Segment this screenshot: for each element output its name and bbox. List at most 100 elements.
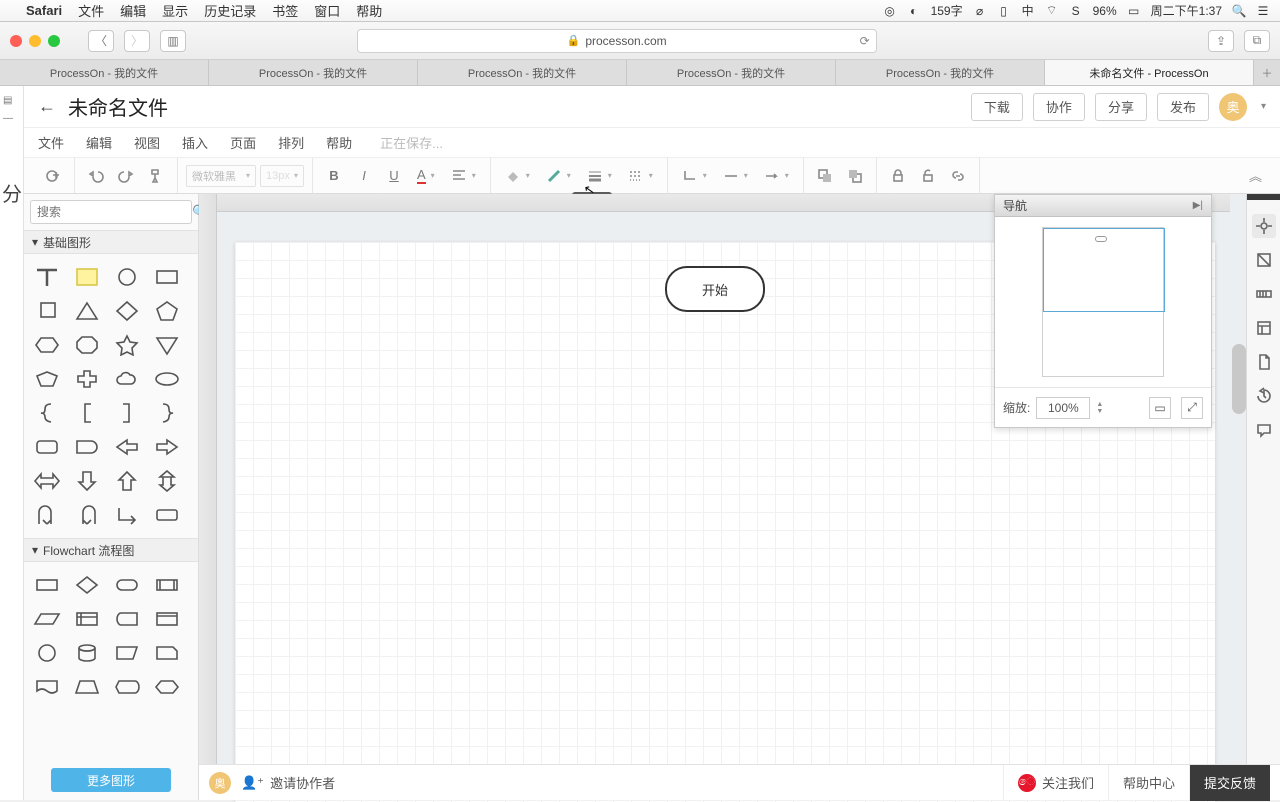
category-basic[interactable]: ▾基础图形 — [24, 230, 198, 254]
fc-predefined[interactable] — [147, 602, 187, 636]
shape-lturn[interactable] — [107, 498, 147, 532]
user-avatar[interactable]: 奥 — [1219, 93, 1247, 121]
fc-internal[interactable] — [67, 602, 107, 636]
lock-icon[interactable] — [885, 164, 911, 188]
fit-screen-icon[interactable]: ▭ — [1149, 397, 1171, 419]
menu-insert[interactable]: 插入 — [182, 133, 208, 152]
rail-navigator-icon[interactable] — [1252, 214, 1276, 238]
shape-rbracket[interactable] — [107, 396, 147, 430]
spotlight-icon[interactable]: 🔍 — [1232, 4, 1246, 18]
share-button[interactable]: 分享 — [1095, 93, 1147, 121]
invite-collaborator[interactable]: 👤⁺ 邀请协作者 — [241, 773, 335, 792]
shape-card[interactable] — [147, 498, 187, 532]
fill-color-icon[interactable]: ▾ — [499, 164, 536, 188]
shape-diamond[interactable] — [107, 294, 147, 328]
font-family-select[interactable]: 微软雅黑▾ — [186, 165, 256, 187]
mac-menu-history[interactable]: 历史记录 — [204, 1, 256, 20]
font-color-icon[interactable]: A▾ — [411, 164, 441, 188]
status-icon-3[interactable]: ⌀ — [973, 4, 987, 18]
shape-rect[interactable] — [147, 260, 187, 294]
share-button[interactable]: ⇪ — [1208, 30, 1234, 52]
shape-arrow-up[interactable] — [107, 464, 147, 498]
ime-icon[interactable]: 中 — [1021, 4, 1035, 18]
help-center[interactable]: 帮助中心 — [1108, 765, 1189, 801]
rail-comments-icon[interactable] — [1252, 418, 1276, 442]
mac-menu-view[interactable]: 显示 — [162, 1, 188, 20]
rail-measure-icon[interactable] — [1252, 282, 1276, 306]
mac-menu-edit[interactable]: 编辑 — [120, 1, 146, 20]
address-bar[interactable]: 🔒 processon.com ⟳ — [357, 29, 877, 53]
browser-tab[interactable]: ProcessOn - 我的文件 — [627, 60, 836, 85]
clock[interactable]: 周二下午1:37 — [1151, 2, 1222, 19]
shape-octagon[interactable] — [67, 328, 107, 362]
font-size-select[interactable]: 13px▾ — [260, 165, 304, 187]
mac-menu-bookmarks[interactable]: 书签 — [272, 1, 298, 20]
follow-us[interactable]: ෙ关注我们 — [1003, 765, 1108, 801]
shape-arrow-left[interactable] — [107, 430, 147, 464]
minimize-window-icon[interactable] — [29, 35, 41, 47]
connector-type-icon[interactable]: ▾ — [676, 164, 713, 188]
shape-cloud[interactable] — [107, 362, 147, 396]
user-menu-caret-icon[interactable]: ▾ — [1261, 101, 1266, 112]
underline-icon[interactable]: U — [381, 164, 407, 188]
sogou-icon[interactable]: S — [1069, 4, 1083, 18]
navigator-collapse-icon[interactable]: ▶| — [1193, 200, 1203, 211]
unlock-icon[interactable] — [915, 164, 941, 188]
canvas[interactable]: 开始 导航 ▶| 缩放: 100% ▲▼ — [199, 194, 1246, 800]
reload-icon[interactable]: ⟳ — [860, 34, 870, 48]
menu-arrange[interactable]: 排列 — [278, 133, 304, 152]
shape-text[interactable] — [27, 260, 67, 294]
fc-process[interactable] — [27, 568, 67, 602]
send-back-icon[interactable] — [842, 164, 868, 188]
shape-arrow-right[interactable] — [147, 430, 187, 464]
shape-invtriangle[interactable] — [147, 328, 187, 362]
format-painter-icon[interactable] — [143, 164, 169, 188]
stroke-color-icon[interactable]: ▾ — [540, 164, 577, 188]
zoom-stepper[interactable]: ▲▼ — [1096, 401, 1108, 415]
navigator-minimap[interactable] — [995, 217, 1211, 387]
zoom-value[interactable]: 100% — [1036, 397, 1090, 419]
menu-help[interactable]: 帮助 — [326, 133, 352, 152]
shape-star[interactable] — [107, 328, 147, 362]
shape-chevron[interactable] — [27, 362, 67, 396]
fit-page-icon[interactable]: ⤢ — [1181, 397, 1203, 419]
bring-front-icon[interactable] — [812, 164, 838, 188]
fc-storage[interactable] — [107, 602, 147, 636]
shape-hexagon[interactable] — [27, 328, 67, 362]
collaborate-button[interactable]: 协作 — [1033, 93, 1085, 121]
align-icon[interactable]: ▾ — [445, 164, 482, 188]
back-button[interactable]: 〈 — [88, 30, 114, 52]
fc-trapezoid[interactable] — [67, 670, 107, 704]
forward-button[interactable]: 〉 — [124, 30, 150, 52]
ime-status[interactable]: 159字 — [931, 2, 963, 19]
browser-tab-active[interactable]: 未命名文件 - ProcessOn — [1045, 60, 1254, 85]
shape-arrow-ud[interactable] — [147, 464, 187, 498]
mic-icon[interactable]: ▯ — [997, 4, 1011, 18]
shape-search-input[interactable] — [37, 205, 192, 219]
mac-menu-window[interactable]: 窗口 — [314, 1, 340, 20]
mac-menu-help[interactable]: 帮助 — [356, 1, 382, 20]
shape-arrow-lr[interactable] — [27, 464, 67, 498]
fc-document[interactable] — [27, 670, 67, 704]
footer-avatar[interactable]: 奥 — [209, 772, 231, 794]
publish-button[interactable]: 发布 — [1157, 93, 1209, 121]
document-title[interactable]: 未命名文件 — [68, 92, 168, 121]
fc-connector[interactable] — [27, 636, 67, 670]
rail-styles-icon[interactable] — [1252, 248, 1276, 272]
shape-pentagon[interactable] — [147, 294, 187, 328]
shape-rbrace[interactable] — [147, 396, 187, 430]
menu-view[interactable]: 视图 — [134, 133, 160, 152]
browser-tab[interactable]: ProcessOn - 我的文件 — [418, 60, 627, 85]
browser-tab[interactable]: ProcessOn - 我的文件 — [0, 60, 209, 85]
shape-note[interactable] — [67, 260, 107, 294]
menu-edit[interactable]: 编辑 — [86, 133, 112, 152]
fc-parallelogram[interactable] — [27, 602, 67, 636]
tabs-button[interactable]: ⧉ — [1244, 30, 1270, 52]
node-start[interactable]: 开始 — [665, 266, 765, 312]
status-icon-2[interactable]: ◐ — [907, 4, 921, 18]
menu-icon[interactable]: ☰ — [1256, 4, 1270, 18]
battery-status[interactable]: 96% — [1093, 4, 1117, 18]
bold-icon[interactable]: B — [321, 164, 347, 188]
fc-terminator[interactable] — [107, 568, 147, 602]
shape-ellipse[interactable] — [147, 362, 187, 396]
